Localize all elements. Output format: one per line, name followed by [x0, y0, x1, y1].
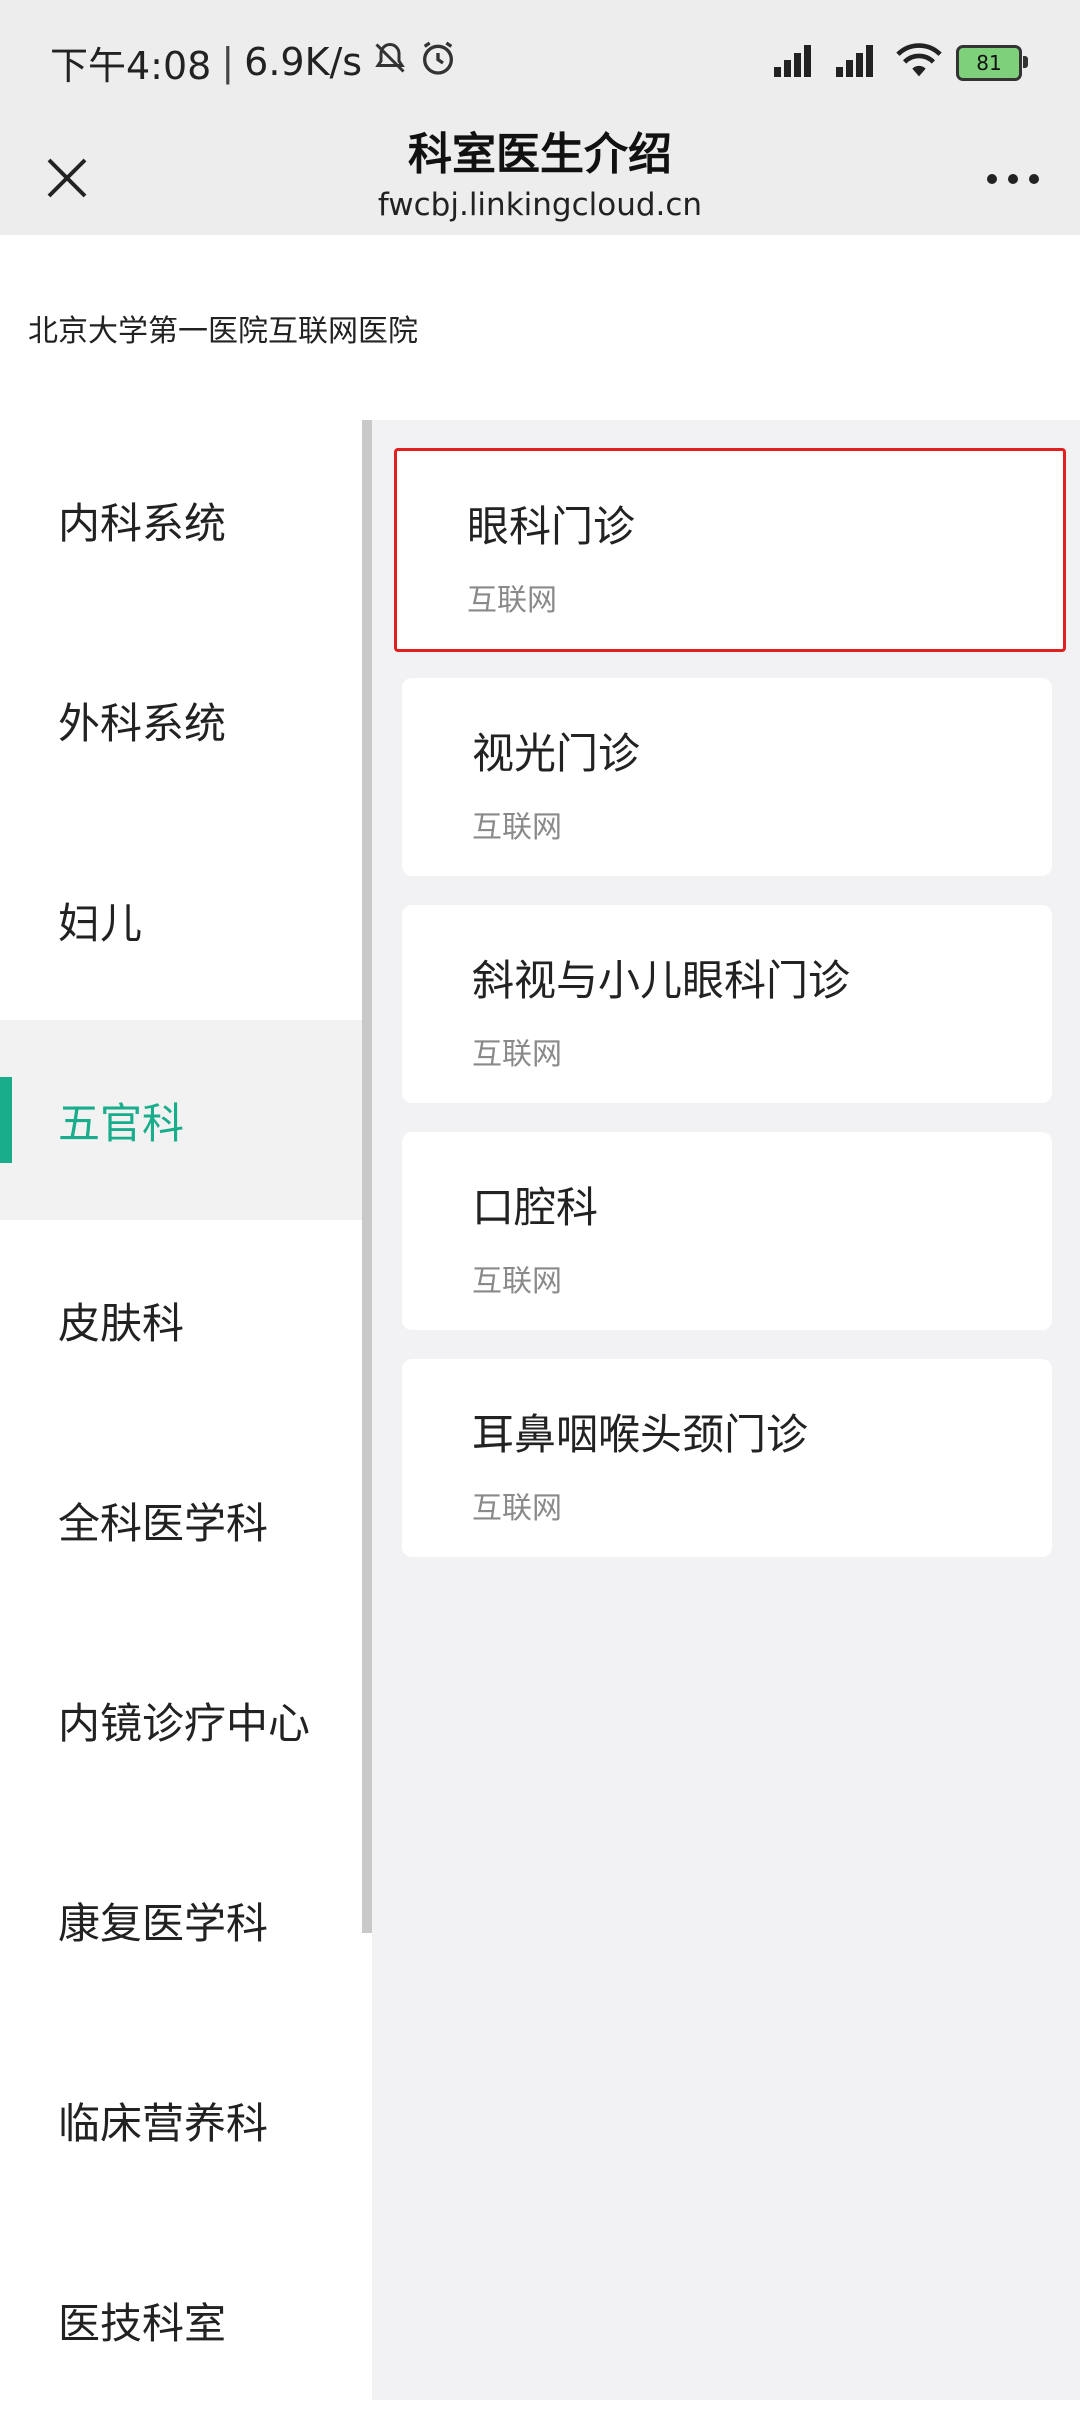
hospital-name: 北京大学第一医院互联网医院: [28, 314, 418, 349]
wifi-icon: [896, 43, 942, 83]
title-wrap: 科室医生介绍 fwcbj.linkingcloud.cn: [200, 125, 880, 225]
sidebar-item-medical-technology[interactable]: 医技科室: [0, 2220, 364, 2420]
sidebar-item-label: 内镜诊疗中心: [58, 1698, 311, 1748]
status-left: 下午4:08 | 6.9K/s: [50, 36, 458, 88]
department-category-sidebar: 内科系统 外科系统 妇儿 五官科 皮肤科 全科医学科 内镜诊疗中心 康复医学科 …: [0, 420, 364, 2400]
department-subtitle: 互联网: [472, 810, 562, 845]
status-bar: 下午4:08 | 6.9K/s 81: [0, 0, 1080, 125]
sidebar-item-label: 医技科室: [58, 2298, 227, 2348]
sidebar-item-label: 全科医学科: [58, 1498, 269, 1548]
sidebar-item-general-practice[interactable]: 全科医学科: [0, 1420, 364, 1620]
status-right: 81: [772, 38, 1028, 88]
active-indicator: [0, 1077, 12, 1163]
sidebar-item-internal-medicine[interactable]: 内科系统: [0, 420, 364, 620]
sidebar-item-ent-eye[interactable]: 五官科: [0, 1020, 364, 1220]
sidebar-item-label: 内科系统: [58, 498, 227, 548]
department-name: 口腔科: [472, 1183, 599, 1232]
sidebar-item-endoscopy[interactable]: 内镜诊疗中心: [0, 1620, 364, 1820]
content-area: 内科系统 外科系统 妇儿 五官科 皮肤科 全科医学科 内镜诊疗中心 康复医学科 …: [0, 420, 1080, 2400]
sidebar-item-label: 康复医学科: [58, 1898, 269, 1948]
department-name: 斜视与小儿眼科门诊: [472, 956, 851, 1005]
sidebar-item-women-children[interactable]: 妇儿: [0, 820, 364, 1020]
battery-icon: 81: [956, 45, 1028, 81]
sidebar-scrollbar[interactable]: [362, 420, 372, 1933]
department-list: 眼科门诊 互联网 视光门诊 互联网 斜视与小儿眼科门诊 互联网 口腔科 互联网 …: [372, 420, 1080, 2400]
title-bar: 科室医生介绍 fwcbj.linkingcloud.cn: [0, 125, 1080, 235]
status-time: 下午4:08: [50, 43, 212, 88]
department-subtitle: 互联网: [472, 1037, 562, 1072]
department-card[interactable]: 眼科门诊 互联网: [394, 448, 1066, 652]
sidebar-item-rehabilitation[interactable]: 康复医学科: [0, 1820, 364, 2020]
sidebar-item-label: 临床营养科: [58, 2098, 269, 2148]
department-card[interactable]: 视光门诊 互联网: [402, 678, 1052, 876]
signal-icon: [772, 43, 820, 83]
page-url: fwcbj.linkingcloud.cn: [377, 187, 703, 223]
more-icon: [985, 171, 1041, 190]
department-card[interactable]: 斜视与小儿眼科门诊 互联网: [402, 905, 1052, 1103]
department-subtitle: 互联网: [472, 1264, 562, 1299]
signal-icon: [834, 43, 882, 83]
more-button[interactable]: [968, 135, 1058, 225]
sidebar-item-dermatology[interactable]: 皮肤科: [0, 1220, 364, 1420]
sidebar-item-label: 外科系统: [58, 698, 227, 748]
sidebar-item-label: 五官科: [58, 1098, 185, 1148]
alarm-icon: [418, 38, 458, 87]
page-title: 科室医生介绍: [408, 129, 672, 180]
network-speed: 6.9K/s: [244, 40, 363, 84]
close-button[interactable]: [22, 135, 112, 225]
battery-level: 81: [976, 51, 1002, 75]
sidebar-item-surgery[interactable]: 外科系统: [0, 620, 364, 820]
mute-icon: [372, 40, 408, 85]
department-card[interactable]: 耳鼻咽喉头颈门诊 互联网: [402, 1359, 1052, 1557]
department-subtitle: 互联网: [472, 1491, 562, 1526]
close-icon: [45, 156, 89, 204]
department-name: 耳鼻咽喉头颈门诊: [472, 1410, 809, 1459]
department-name: 视光门诊: [472, 729, 641, 778]
department-card[interactable]: 口腔科 互联网: [402, 1132, 1052, 1330]
department-subtitle: 互联网: [467, 583, 557, 618]
sidebar-item-clinical-nutrition[interactable]: 临床营养科: [0, 2020, 364, 2220]
sidebar-item-label: 皮肤科: [58, 1298, 185, 1348]
sidebar-item-label: 妇儿: [58, 898, 143, 948]
status-divider: |: [221, 40, 235, 84]
department-name: 眼科门诊: [467, 502, 636, 551]
